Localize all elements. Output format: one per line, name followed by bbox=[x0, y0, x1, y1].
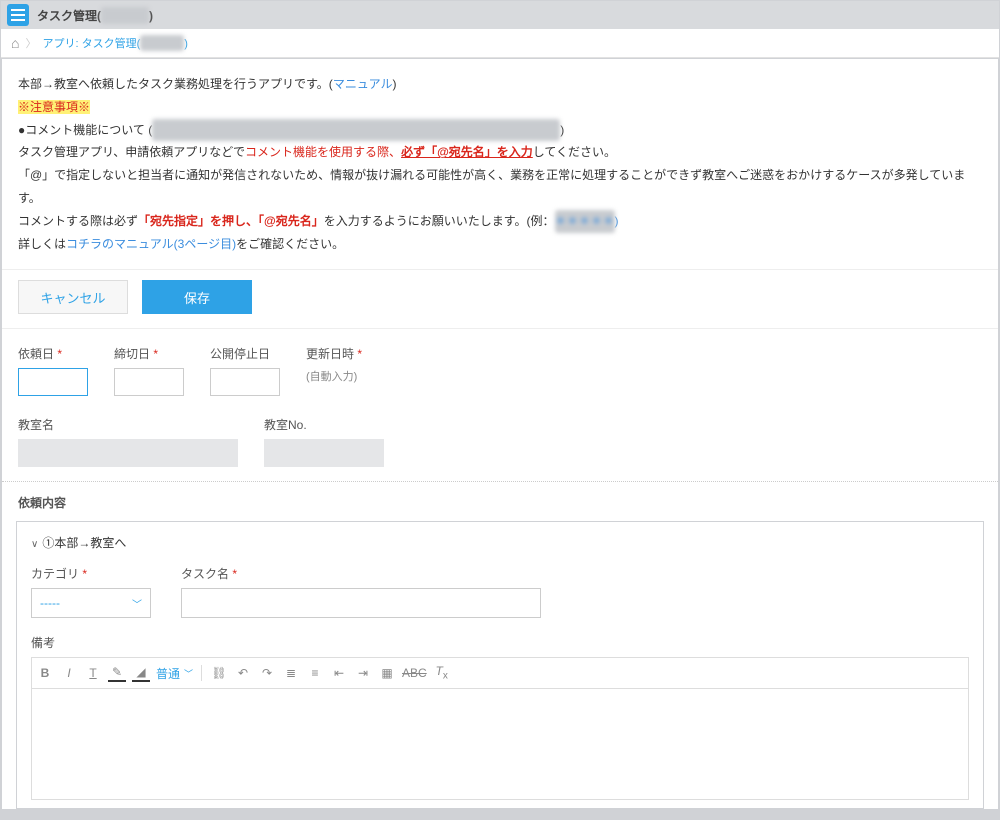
due-date-input[interactable] bbox=[114, 368, 184, 396]
updated-hint: (自動入力) bbox=[306, 371, 357, 383]
bold-icon[interactable]: B bbox=[36, 666, 54, 680]
chevron-right-icon bbox=[25, 35, 36, 51]
header-bar: タスク管理(＊＊＊＊) bbox=[1, 1, 999, 29]
header-title-redacted: ＊＊＊＊ bbox=[101, 7, 149, 24]
panel-header[interactable]: ①本部→教室へ bbox=[31, 534, 969, 551]
stop-date-input[interactable] bbox=[210, 368, 280, 396]
link-icon[interactable]: ⛓ bbox=[210, 666, 228, 680]
remarks-label: 備考 bbox=[31, 634, 969, 651]
outdent-icon[interactable]: ⇤ bbox=[330, 666, 348, 680]
classroom-name-field bbox=[18, 439, 238, 467]
detail-manual-link[interactable]: コチラのマニュアル(3ページ目) bbox=[66, 237, 236, 251]
breadcrumb: アプリ: タスク管理(＊＊＊＊) bbox=[1, 29, 999, 58]
cancel-button[interactable]: キャンセル bbox=[18, 280, 128, 314]
manual-link[interactable]: マニュアル bbox=[333, 77, 393, 91]
due-date-label: 締切日 bbox=[114, 345, 184, 362]
chevron-down-icon bbox=[31, 536, 38, 550]
number-list-icon[interactable]: ≡ bbox=[306, 666, 324, 680]
request-panel: ①本部→教室へ カテゴリ ----- ﹀ タスク名 備考 bbox=[16, 521, 984, 808]
app-list-icon bbox=[7, 4, 29, 26]
chevron-down-icon: ﹀ bbox=[132, 596, 142, 611]
undo-icon[interactable]: ↶ bbox=[234, 666, 252, 680]
stop-date-label: 公開停止日 bbox=[210, 345, 280, 362]
request-date-label: 依頼日 bbox=[18, 345, 88, 362]
task-name-label: タスク名 bbox=[181, 565, 541, 582]
classroom-no-field bbox=[264, 439, 384, 467]
breadcrumb-redacted: ＊＊＊＊ bbox=[140, 35, 184, 51]
highlight-icon[interactable]: ◢ bbox=[132, 665, 150, 682]
notice-redacted-1: ＊＊＊＊＊＊＊＊＊＊＊＊＊＊＊＊＊＊＊＊＊＊＊＊＊＊＊＊＊＊＊＊＊＊ bbox=[152, 119, 560, 142]
classroom-name-label: 教室名 bbox=[18, 416, 238, 433]
notice-block: 本部→教室へ依頼したタスク業務処理を行うアプリです。(マニュアル) ※注意事項※… bbox=[2, 59, 998, 269]
request-date-input[interactable] bbox=[18, 368, 88, 396]
home-icon[interactable] bbox=[11, 35, 19, 51]
category-label: カテゴリ bbox=[31, 565, 151, 582]
notice-redacted-2: ＊＊＊＊＊ bbox=[555, 210, 615, 233]
underline-icon[interactable]: T bbox=[84, 666, 102, 680]
bullet-list-icon[interactable]: ≣ bbox=[282, 666, 300, 680]
redo-icon[interactable]: ↷ bbox=[258, 666, 276, 680]
text-color-icon[interactable]: ✎ bbox=[108, 665, 126, 682]
classroom-no-label: 教室No. bbox=[264, 416, 384, 433]
clear-format-icon[interactable]: ABC bbox=[402, 666, 427, 680]
italic-icon[interactable]: I bbox=[60, 666, 78, 680]
breadcrumb-app-link[interactable]: アプリ: タスク管理(＊＊＊＊) bbox=[42, 35, 187, 51]
remarks-editor[interactable] bbox=[31, 688, 969, 800]
save-button[interactable]: 保存 bbox=[142, 280, 252, 314]
table-icon[interactable]: ▦ bbox=[378, 666, 396, 680]
action-bar: キャンセル 保存 bbox=[2, 269, 998, 329]
remove-style-icon[interactable]: Tx bbox=[433, 664, 451, 681]
indent-icon[interactable]: ⇥ bbox=[354, 666, 372, 680]
warning-label: ※注意事項※ bbox=[18, 100, 90, 114]
form-area: 依頼日 締切日 公開停止日 更新日時 (自動入力) 教室名 bbox=[2, 329, 998, 482]
updated-label: 更新日時 bbox=[306, 345, 362, 362]
section-title: 依頼内容 bbox=[2, 482, 998, 515]
font-size-dropdown[interactable]: 普通﹀ bbox=[156, 665, 193, 682]
task-name-input[interactable] bbox=[181, 588, 541, 618]
header-title: タスク管理(＊＊＊＊) bbox=[37, 7, 153, 24]
rich-text-toolbar: B I T ✎ ◢ 普通﹀ ⛓ ↶ ↷ ≣ ≡ ⇤ ⇥ ▦ ABC Tx bbox=[31, 657, 969, 687]
category-dropdown[interactable]: ----- ﹀ bbox=[31, 588, 151, 618]
